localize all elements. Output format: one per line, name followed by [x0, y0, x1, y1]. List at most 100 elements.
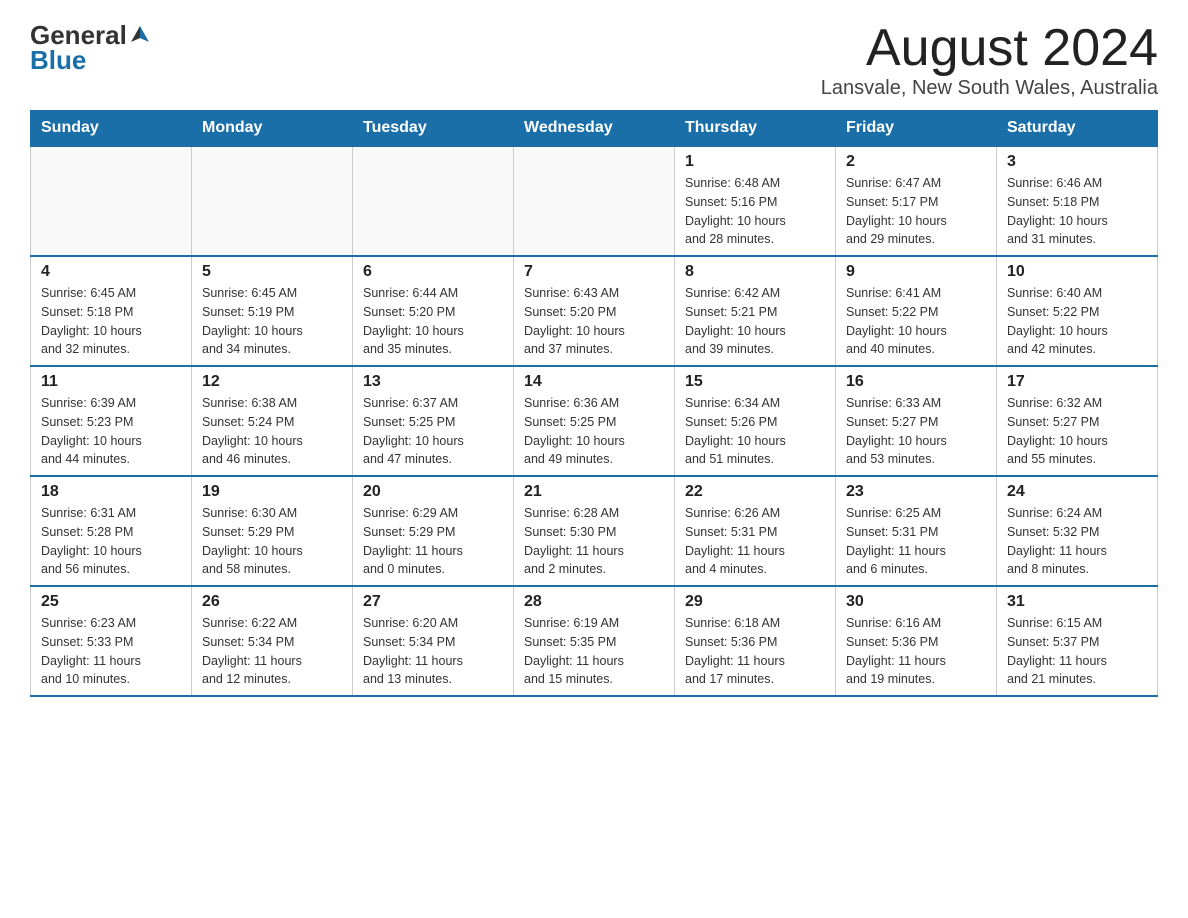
calendar-cell: 26 Sunrise: 6:22 AMSunset: 5:34 PMDayligh… — [192, 586, 353, 696]
calendar-cell: 11 Sunrise: 6:39 AMSunset: 5:23 PMDayligh… — [31, 366, 192, 476]
day-number: 20 — [363, 483, 503, 501]
day-number: 4 — [41, 263, 181, 281]
day-info: Sunrise: 6:44 AMSunset: 5:20 PMDaylight:… — [363, 284, 503, 359]
day-info: Sunrise: 6:38 AMSunset: 5:24 PMDaylight:… — [202, 394, 342, 469]
day-number: 15 — [685, 373, 825, 391]
day-info: Sunrise: 6:22 AMSunset: 5:34 PMDaylight:… — [202, 614, 342, 689]
weekday-header-monday: Monday — [192, 111, 353, 147]
day-number: 21 — [524, 483, 664, 501]
day-number: 7 — [524, 263, 664, 281]
title-area: August 2024 Lansvale, New South Wales, A… — [821, 20, 1158, 100]
day-info: Sunrise: 6:23 AMSunset: 5:33 PMDaylight:… — [41, 614, 181, 689]
weekday-header-sunday: Sunday — [31, 111, 192, 147]
day-info: Sunrise: 6:29 AMSunset: 5:29 PMDaylight:… — [363, 504, 503, 579]
calendar-cell — [192, 146, 353, 256]
calendar-week-3: 11 Sunrise: 6:39 AMSunset: 5:23 PMDayligh… — [31, 366, 1158, 476]
day-info: Sunrise: 6:48 AMSunset: 5:16 PMDaylight:… — [685, 174, 825, 249]
day-info: Sunrise: 6:24 AMSunset: 5:32 PMDaylight:… — [1007, 504, 1147, 579]
day-number: 13 — [363, 373, 503, 391]
day-info: Sunrise: 6:32 AMSunset: 5:27 PMDaylight:… — [1007, 394, 1147, 469]
calendar-cell: 29Sunrise: 6:18 AMSunset: 5:36 PMDayligh… — [675, 586, 836, 696]
calendar-cell: 22Sunrise: 6:26 AMSunset: 5:31 PMDayligh… — [675, 476, 836, 586]
calendar-cell: 18 Sunrise: 6:31 AMSunset: 5:28 PMDayligh… — [31, 476, 192, 586]
weekday-header-thursday: Thursday — [675, 111, 836, 147]
calendar-cell: 7 Sunrise: 6:43 AMSunset: 5:20 PMDaylight… — [514, 256, 675, 366]
day-number: 17 — [1007, 373, 1147, 391]
day-info: Sunrise: 6:25 AMSunset: 5:31 PMDaylight:… — [846, 504, 986, 579]
day-info: Sunrise: 6:40 AMSunset: 5:22 PMDaylight:… — [1007, 284, 1147, 359]
day-info: Sunrise: 6:47 AMSunset: 5:17 PMDaylight:… — [846, 174, 986, 249]
calendar-cell — [353, 146, 514, 256]
calendar-week-1: 1 Sunrise: 6:48 AMSunset: 5:16 PMDaylight… — [31, 146, 1158, 256]
month-title: August 2024 — [821, 20, 1158, 77]
calendar-cell: 28Sunrise: 6:19 AMSunset: 5:35 PMDayligh… — [514, 586, 675, 696]
day-number: 1 — [685, 153, 825, 171]
weekday-header-tuesday: Tuesday — [353, 111, 514, 147]
page-header: General Blue August 2024 Lansvale, New S… — [30, 20, 1158, 100]
day-number: 12 — [202, 373, 342, 391]
day-number: 6 — [363, 263, 503, 281]
calendar-cell: 20 Sunrise: 6:29 AMSunset: 5:29 PMDayligh… — [353, 476, 514, 586]
calendar-cell: 12 Sunrise: 6:38 AMSunset: 5:24 PMDayligh… — [192, 366, 353, 476]
day-number: 11 — [41, 373, 181, 391]
day-info: Sunrise: 6:33 AMSunset: 5:27 PMDaylight:… — [846, 394, 986, 469]
day-info: Sunrise: 6:16 AMSunset: 5:36 PMDaylight:… — [846, 614, 986, 689]
calendar-cell: 2 Sunrise: 6:47 AMSunset: 5:17 PMDaylight… — [836, 146, 997, 256]
calendar-cell: 15Sunrise: 6:34 AMSunset: 5:26 PMDayligh… — [675, 366, 836, 476]
day-info: Sunrise: 6:26 AMSunset: 5:31 PMDaylight:… — [685, 504, 825, 579]
day-number: 9 — [846, 263, 986, 281]
day-number: 19 — [202, 483, 342, 501]
calendar-cell: 25Sunrise: 6:23 AMSunset: 5:33 PMDayligh… — [31, 586, 192, 696]
calendar-cell — [31, 146, 192, 256]
calendar-cell: 5 Sunrise: 6:45 AMSunset: 5:19 PMDaylight… — [192, 256, 353, 366]
day-info: Sunrise: 6:43 AMSunset: 5:20 PMDaylight:… — [524, 284, 664, 359]
day-number: 3 — [1007, 153, 1147, 171]
day-info: Sunrise: 6:28 AMSunset: 5:30 PMDaylight:… — [524, 504, 664, 579]
calendar-cell: 23 Sunrise: 6:25 AMSunset: 5:31 PMDayligh… — [836, 476, 997, 586]
day-info: Sunrise: 6:36 AMSunset: 5:25 PMDaylight:… — [524, 394, 664, 469]
day-number: 27 — [363, 593, 503, 611]
logo-blue: Blue — [30, 45, 86, 76]
logo-icon — [129, 24, 151, 46]
day-number: 18 — [41, 483, 181, 501]
calendar-cell: 30 Sunrise: 6:16 AMSunset: 5:36 PMDayligh… — [836, 586, 997, 696]
calendar-cell: 4Sunrise: 6:45 AMSunset: 5:18 PMDaylight… — [31, 256, 192, 366]
calendar-cell: 21 Sunrise: 6:28 AMSunset: 5:30 PMDayligh… — [514, 476, 675, 586]
calendar-cell: 16 Sunrise: 6:33 AMSunset: 5:27 PMDayligh… — [836, 366, 997, 476]
calendar-cell: 19Sunrise: 6:30 AMSunset: 5:29 PMDayligh… — [192, 476, 353, 586]
day-number: 23 — [846, 483, 986, 501]
calendar-cell: 6 Sunrise: 6:44 AMSunset: 5:20 PMDaylight… — [353, 256, 514, 366]
day-info: Sunrise: 6:42 AMSunset: 5:21 PMDaylight:… — [685, 284, 825, 359]
calendar-cell: 24Sunrise: 6:24 AMSunset: 5:32 PMDayligh… — [997, 476, 1158, 586]
day-info: Sunrise: 6:20 AMSunset: 5:34 PMDaylight:… — [363, 614, 503, 689]
calendar-header-row: SundayMondayTuesdayWednesdayThursdayFrid… — [31, 111, 1158, 147]
day-number: 2 — [846, 153, 986, 171]
day-number: 30 — [846, 593, 986, 611]
calendar-cell: 13 Sunrise: 6:37 AMSunset: 5:25 PMDayligh… — [353, 366, 514, 476]
day-number: 31 — [1007, 593, 1147, 611]
day-number: 10 — [1007, 263, 1147, 281]
day-info: Sunrise: 6:15 AMSunset: 5:37 PMDaylight:… — [1007, 614, 1147, 689]
day-number: 8 — [685, 263, 825, 281]
day-number: 5 — [202, 263, 342, 281]
day-number: 14 — [524, 373, 664, 391]
calendar-cell: 9Sunrise: 6:41 AMSunset: 5:22 PMDaylight… — [836, 256, 997, 366]
calendar-cell — [514, 146, 675, 256]
day-number: 26 — [202, 593, 342, 611]
calendar-week-2: 4Sunrise: 6:45 AMSunset: 5:18 PMDaylight… — [31, 256, 1158, 366]
day-info: Sunrise: 6:37 AMSunset: 5:25 PMDaylight:… — [363, 394, 503, 469]
day-info: Sunrise: 6:39 AMSunset: 5:23 PMDaylight:… — [41, 394, 181, 469]
weekday-header-wednesday: Wednesday — [514, 111, 675, 147]
calendar-cell: 10 Sunrise: 6:40 AMSunset: 5:22 PMDayligh… — [997, 256, 1158, 366]
calendar-week-5: 25Sunrise: 6:23 AMSunset: 5:33 PMDayligh… — [31, 586, 1158, 696]
day-info: Sunrise: 6:31 AMSunset: 5:28 PMDaylight:… — [41, 504, 181, 579]
day-number: 16 — [846, 373, 986, 391]
calendar-cell: 27 Sunrise: 6:20 AMSunset: 5:34 PMDayligh… — [353, 586, 514, 696]
calendar-cell: 3Sunrise: 6:46 AMSunset: 5:18 PMDaylight… — [997, 146, 1158, 256]
calendar-cell: 31 Sunrise: 6:15 AMSunset: 5:37 PMDayligh… — [997, 586, 1158, 696]
calendar-table: SundayMondayTuesdayWednesdayThursdayFrid… — [30, 110, 1158, 697]
day-info: Sunrise: 6:18 AMSunset: 5:36 PMDaylight:… — [685, 614, 825, 689]
day-number: 28 — [524, 593, 664, 611]
day-info: Sunrise: 6:45 AMSunset: 5:19 PMDaylight:… — [202, 284, 342, 359]
calendar-cell: 8 Sunrise: 6:42 AMSunset: 5:21 PMDaylight… — [675, 256, 836, 366]
